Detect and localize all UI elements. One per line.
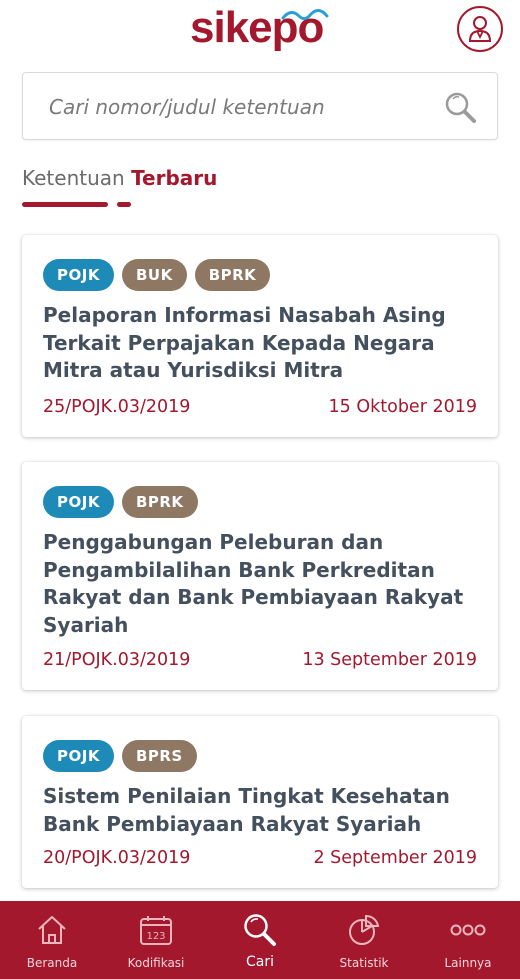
- app-header: sike po: [0, 0, 520, 60]
- regulation-number: 20/POJK.03/2019: [43, 848, 191, 868]
- tag-list: POJK BPRK: [43, 486, 198, 518]
- regulation-number: 25/POJK.03/2019: [43, 397, 191, 417]
- tag-badge: BPRK: [121, 486, 198, 518]
- more-icon: [448, 912, 488, 948]
- regulation-date: 15 Oktober 2019: [328, 397, 477, 417]
- section-title-part2: Terbaru: [131, 166, 218, 190]
- regulation-number: 21/POJK.03/2019: [43, 650, 191, 670]
- search-icon: [240, 912, 280, 948]
- nav-item-cari[interactable]: Cari: [208, 901, 312, 979]
- tag-badge: POJK: [43, 259, 114, 291]
- search-input[interactable]: [49, 91, 429, 123]
- nav-label: Beranda: [26, 956, 78, 970]
- section-title: Ketentuan Terbaru: [22, 166, 217, 190]
- section-title-part1: Ketentuan: [22, 166, 125, 190]
- svg-text:123: 123: [146, 931, 165, 942]
- search-bar[interactable]: [22, 72, 498, 140]
- search-icon[interactable]: [443, 90, 477, 124]
- nav-label: Cari: [246, 954, 274, 970]
- tag-badge: BPRK: [194, 259, 271, 291]
- tag-list: POJK BUK BPRK: [43, 259, 271, 291]
- tag-badge: POJK: [43, 740, 114, 772]
- bottom-navigation: Beranda 123 Kodifikasi Cari Statistik La…: [0, 901, 520, 979]
- nav-item-lainnya[interactable]: Lainnya: [416, 901, 520, 979]
- profile-button[interactable]: [457, 6, 503, 52]
- nav-item-kodifikasi[interactable]: 123 Kodifikasi: [104, 901, 208, 979]
- home-icon: [32, 912, 72, 948]
- nav-item-statistik[interactable]: Statistik: [312, 901, 416, 979]
- nav-label: Kodifikasi: [127, 956, 185, 970]
- calendar-icon: 123: [136, 912, 176, 948]
- section-underline: [22, 202, 108, 207]
- regulation-card[interactable]: POJK BPRK Penggabungan Peleburan dan Pen…: [22, 462, 498, 690]
- regulation-card[interactable]: POJK BPRS Sistem Penilaian Tingkat Keseh…: [22, 716, 498, 888]
- card-title: Pelaporan Informasi Nasabah Asing Terkai…: [43, 303, 446, 382]
- regulation-date: 13 September 2019: [302, 650, 477, 670]
- tag-badge: POJK: [43, 486, 114, 518]
- nav-label: Statistik: [339, 956, 389, 970]
- tag-badge: BUK: [121, 259, 187, 291]
- logo-text: sike: [190, 3, 273, 52]
- tag-badge: BPRS: [121, 740, 197, 772]
- user-icon: [468, 16, 492, 42]
- regulation-date: 2 September 2019: [313, 848, 477, 868]
- tag-list: POJK BPRS: [43, 740, 197, 772]
- section-underline-dot: [117, 202, 131, 207]
- card-title: Penggabungan Peleburan dan Pengambilalih…: [43, 530, 464, 637]
- nav-label: Lainnya: [444, 956, 492, 970]
- regulation-card[interactable]: POJK BUK BPRK Pelaporan Informasi Nasaba…: [22, 235, 498, 437]
- pie-chart-icon: [344, 912, 384, 948]
- card-title: Sistem Penilaian Tingkat Kesehatan Bank …: [43, 784, 450, 836]
- nav-item-beranda[interactable]: Beranda: [0, 901, 104, 979]
- logo-wave-icon: [281, 9, 329, 21]
